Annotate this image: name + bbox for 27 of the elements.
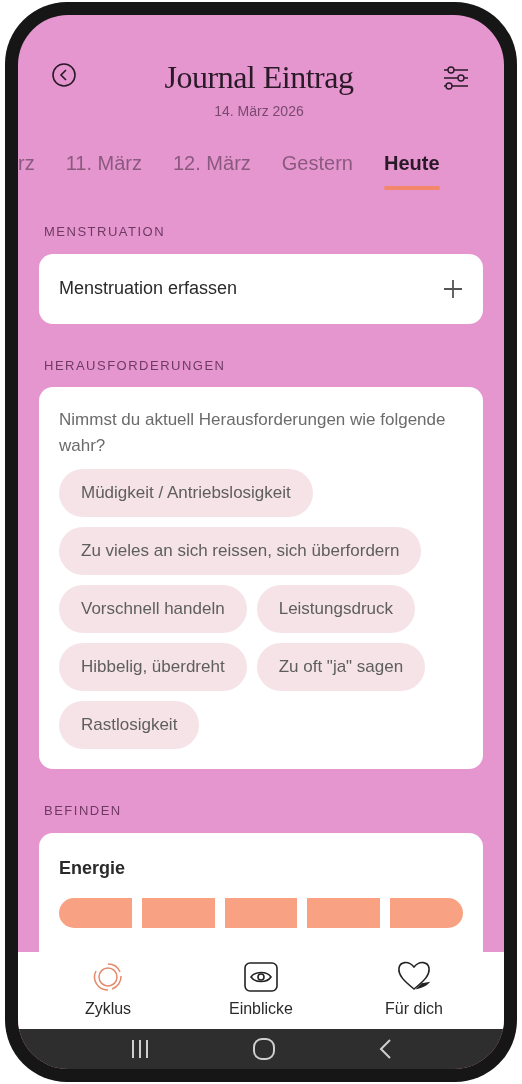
section-heading: BEFINDEN: [43, 802, 123, 820]
question-text: Nimmst du aktuell Herausforderungen wie folgende wahr?: [59, 409, 447, 457]
heart-icon: [396, 959, 432, 993]
date-tab[interactable]: Heute: [383, 148, 440, 190]
nav-tab[interactable]: Für dich: [364, 959, 464, 1021]
challenge-chip[interactable]: Müdigkeit / Antriebslosigkeit: [59, 469, 313, 517]
back-button[interactable]: [51, 62, 77, 88]
section-heading: HERAUSFORDERUNGEN: [43, 356, 227, 375]
home-button[interactable]: [252, 1037, 276, 1061]
nav-tab[interactable]: Einblicke: [211, 961, 311, 1021]
eye-icon: [243, 961, 279, 993]
challenge-chip[interactable]: Leistungsdruck: [256, 585, 415, 633]
settings-button[interactable]: [441, 63, 471, 93]
plus-icon: [443, 278, 463, 299]
section-heading: MENSTRUATION: [43, 223, 167, 241]
entry-date: 14. März 2026: [214, 102, 304, 121]
challenge-chip[interactable]: Vorschnell handeln: [59, 585, 247, 633]
ring-icon: [92, 961, 124, 993]
challenge-chip[interactable]: Zu vieles an sich reissen, sich überfordern: [59, 527, 422, 575]
nav-tab[interactable]: Zyklus: [58, 961, 158, 1021]
challenge-chip[interactable]: Hibbelig, überdreht: [59, 643, 247, 691]
challenge-chip[interactable]: Rastlosigkeit: [59, 701, 200, 749]
scale-label: Energie: [59, 856, 127, 880]
page-title: Journal Eintrag: [164, 59, 354, 95]
challenge-chip[interactable]: Zu oft "ja" sagen: [256, 643, 426, 691]
back-nav-button[interactable]: [377, 1038, 394, 1060]
add-card[interactable]: Menstruation erfassen: [39, 253, 483, 324]
